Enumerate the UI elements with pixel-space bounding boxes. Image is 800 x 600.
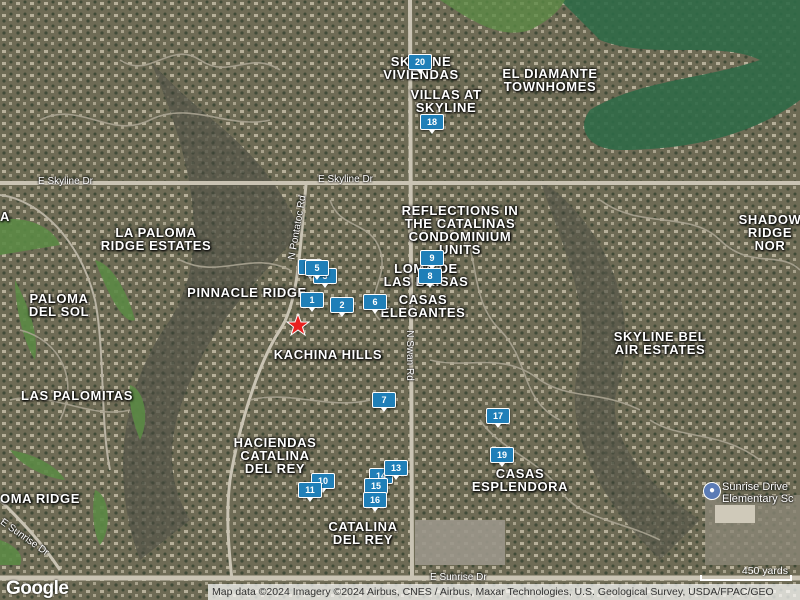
map-marker-16[interactable]: 16	[363, 492, 387, 512]
neighborhood-label-catalina-del-rey: CATALINA DEL REY	[328, 519, 398, 547]
map-attribution: Map data ©2024 Imagery ©2024 Airbus, CNE…	[208, 584, 800, 600]
satellite-map[interactable]: SKYLINE VIVIENDAS EL DIAMANTE TOWNHOMES …	[0, 0, 800, 600]
map-marker-5[interactable]: 5	[305, 260, 329, 280]
map-marker-7[interactable]: 7	[372, 392, 396, 412]
neighborhood-label-la-paloma-ridge: LA PALOMA RIDGE ESTATES	[100, 225, 212, 253]
street-label-skyline-west: E Skyline Dr	[38, 176, 94, 187]
map-marker-20[interactable]: 20	[408, 54, 432, 74]
neighborhood-label-paloma-del-sol: PALOMA DEL SOL	[28, 291, 90, 319]
star-icon[interactable]	[286, 313, 310, 337]
scale-bar[interactable]: 450 yards	[700, 565, 792, 583]
map-marker-6[interactable]: 6	[363, 294, 387, 314]
map-marker-13[interactable]: 13	[384, 460, 408, 480]
neighborhood-label-edge: A	[0, 209, 10, 224]
map-marker-1[interactable]: 1	[300, 292, 324, 312]
map-marker-17[interactable]: 17	[486, 408, 510, 428]
neighborhood-label-reflections: REFLECTIONS IN THE CATALINAS CONDOMINIUM…	[401, 203, 519, 257]
neighborhood-label-el-diamante: EL DIAMANTE TOWNHOMES	[502, 66, 598, 94]
school-label[interactable]: Sunrise Drive Elementary Sc	[722, 481, 794, 505]
neighborhood-label-loma-ridge: OMA RIDGE	[0, 491, 81, 506]
map-marker-2[interactable]: 2	[330, 297, 354, 317]
map-marker-11[interactable]: 11	[298, 482, 322, 502]
map-marker-18[interactable]: 18	[420, 114, 444, 134]
scale-bar-line	[700, 575, 792, 581]
street-label-sunrise-east: E Sunrise Dr	[430, 572, 487, 583]
neighborhood-label-las-palomitas: LAS PALOMITAS	[20, 388, 134, 403]
google-logo: Google	[6, 578, 69, 599]
neighborhood-label-villas-at-skyline: VILLAS AT SKYLINE	[410, 87, 482, 115]
neighborhood-label-shadow-ridge: SHADOW RIDGE NOR	[738, 212, 800, 253]
street-label-swan: N Swan Rd	[403, 330, 415, 381]
street-label-skyline-east: E Skyline Dr	[318, 174, 374, 185]
neighborhood-label-skyline-bel-air: SKYLINE BEL AIR ESTATES	[613, 329, 707, 357]
map-marker-8[interactable]: 8	[418, 268, 442, 288]
map-marker-19[interactable]: 19	[490, 447, 514, 467]
school-icon[interactable]: ●	[703, 482, 721, 500]
neighborhood-label-pinnacle-ridge: PINNACLE RIDGE	[187, 285, 307, 300]
neighborhood-label-casas-elegantes: CASAS ELEGANTES	[380, 292, 466, 320]
neighborhood-label-kachina-hills: KACHINA HILLS	[273, 347, 383, 362]
neighborhood-label-haciendas: HACIENDAS CATALINA DEL REY	[233, 435, 317, 476]
neighborhood-label-casas-esplendora: CASAS ESPLENDORA	[471, 466, 569, 494]
map-marker-9[interactable]: 9	[420, 250, 444, 270]
